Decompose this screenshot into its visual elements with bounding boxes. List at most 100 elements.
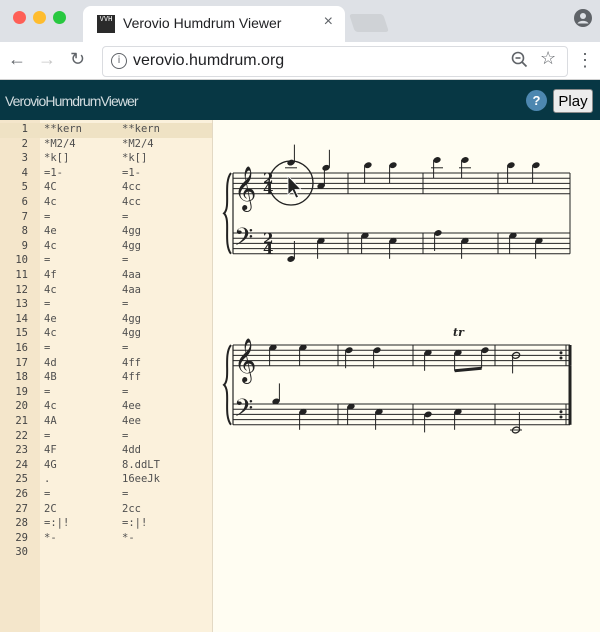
spine-2-token[interactable]: = — [122, 211, 128, 223]
spine-1-token[interactable]: = — [44, 342, 50, 354]
spine-2-token[interactable]: = — [122, 488, 128, 500]
editor-line[interactable]: 28 =:|! =:|! — [0, 517, 212, 532]
editor-line[interactable]: 7 = = — [0, 211, 212, 226]
url-text[interactable]: verovio.humdrum.org — [133, 52, 284, 70]
spine-1-token[interactable]: 4C — [44, 181, 57, 193]
reload-icon[interactable]: ↻ — [70, 49, 85, 70]
app-title[interactable]: VerovioHumdrumViewer — [5, 93, 139, 109]
spine-2-token[interactable]: 4aa — [122, 269, 141, 281]
spine-1-token[interactable]: 4f — [44, 269, 57, 281]
forward-arrow-icon[interactable]: → — [38, 49, 56, 70]
editor-line[interactable]: 27 2C 2cc — [0, 503, 212, 518]
editor-line[interactable]: 15 4c 4gg — [0, 327, 212, 342]
editor-line[interactable]: 9 4c 4gg — [0, 240, 212, 255]
spine-2-token[interactable]: 4gg — [122, 327, 141, 339]
editor-line[interactable]: 1 **kern **kern — [0, 123, 212, 138]
spine-2-token[interactable]: 4gg — [122, 225, 141, 237]
spine-1-token[interactable]: 4e — [44, 313, 57, 325]
editor-line[interactable]: 16 = = — [0, 342, 212, 357]
spine-2-token[interactable]: **kern — [122, 123, 160, 135]
minimize-window-button[interactable] — [33, 11, 46, 24]
spine-2-token[interactable]: 4ff — [122, 357, 141, 369]
editor-line[interactable]: 10 = = — [0, 254, 212, 269]
spine-1-token[interactable]: = — [44, 254, 50, 266]
spine-2-token[interactable]: = — [122, 254, 128, 266]
spine-1-token[interactable]: = — [44, 211, 50, 223]
zoom-out-icon[interactable] — [511, 50, 529, 70]
editor-line[interactable]: 14 4e 4gg — [0, 313, 212, 328]
zoom-window-button[interactable] — [53, 11, 66, 24]
spine-2-token[interactable]: = — [122, 342, 128, 354]
spine-2-token[interactable]: 4cc — [122, 181, 141, 193]
tab-close-icon[interactable]: × — [324, 13, 333, 31]
spine-1-token[interactable]: =:|! — [44, 517, 69, 529]
spine-1-token[interactable]: = — [44, 386, 50, 398]
new-tab-button[interactable] — [349, 14, 389, 32]
browser-tab[interactable]: VVH Verovio Humdrum Viewer × — [83, 6, 345, 42]
site-info-icon[interactable]: i — [111, 53, 127, 69]
editor-line[interactable]: 21 4A 4ee — [0, 415, 212, 430]
spine-2-token[interactable]: 2cc — [122, 503, 141, 515]
spine-2-token[interactable]: 4ee — [122, 415, 141, 427]
editor-line[interactable]: 24 4G 8.ddLT — [0, 459, 212, 474]
spine-2-token[interactable]: 8.ddLT — [122, 459, 160, 471]
editor-line[interactable]: 3 *k[] *k[] — [0, 152, 212, 167]
spine-1-token[interactable]: *M2/4 — [44, 138, 76, 150]
editor-line[interactable]: 29 *- *- — [0, 532, 212, 547]
spine-1-token[interactable]: = — [44, 430, 50, 442]
spine-1-token[interactable]: **kern — [44, 123, 82, 135]
address-bar[interactable]: i verovio.humdrum.org ☆ — [102, 46, 568, 77]
back-arrow-icon[interactable]: ← — [8, 49, 26, 70]
editor-line[interactable]: 30 — [0, 546, 212, 561]
spine-1-token[interactable]: =1- — [44, 167, 63, 179]
editor-line[interactable]: 6 4c 4cc — [0, 196, 212, 211]
spine-1-token[interactable]: 4c — [44, 327, 57, 339]
editor-line[interactable]: 19 = = — [0, 386, 212, 401]
close-window-button[interactable] — [13, 11, 26, 24]
editor-line[interactable]: 25. 16eeJk — [0, 473, 212, 488]
editor-line[interactable]: 11 4f 4aa — [0, 269, 212, 284]
spine-1-token[interactable]: 4c — [44, 400, 57, 412]
spine-1-token[interactable]: = — [44, 298, 50, 310]
editor-line[interactable]: 8 4e 4gg — [0, 225, 212, 240]
spine-1-token[interactable]: *- — [44, 532, 57, 544]
editor-line[interactable]: 2 *M2/4 *M2/4 — [0, 138, 212, 153]
spine-2-token[interactable]: = — [122, 386, 128, 398]
notation-view[interactable]: 𝄞 𝄢 2 4 2 4 𝄞 𝄢 tr — [213, 120, 600, 632]
spine-1-token[interactable]: 4B — [44, 371, 57, 383]
editor-line[interactable]: 23 4F 4dd — [0, 444, 212, 459]
bookmark-star-icon[interactable]: ☆ — [540, 48, 556, 69]
play-button[interactable]: Play — [553, 89, 593, 113]
spine-2-token[interactable]: *k[] — [122, 152, 147, 164]
spine-2-token[interactable]: 16eeJk — [122, 473, 160, 485]
browser-menu-icon[interactable]: ⋮ — [576, 50, 594, 71]
spine-1-token[interactable]: 4c — [44, 196, 57, 208]
spine-2-token[interactable]: = — [122, 430, 128, 442]
spine-1-token[interactable]: 4e — [44, 225, 57, 237]
spine-2-token[interactable]: 4gg — [122, 240, 141, 252]
spine-2-token[interactable]: 4dd — [122, 444, 141, 456]
spine-1-token[interactable]: 4G — [44, 459, 57, 471]
spine-2-token[interactable]: *- — [122, 532, 135, 544]
spine-2-token[interactable]: 4gg — [122, 313, 141, 325]
spine-1-token[interactable]: 4c — [44, 240, 57, 252]
spine-1-token[interactable]: . — [44, 473, 50, 485]
editor-line[interactable]: 18 4B 4ff — [0, 371, 212, 386]
spine-1-token[interactable]: 4F — [44, 444, 57, 456]
editor-line[interactable]: 12 4c 4aa — [0, 284, 212, 299]
editor-line[interactable]: 4 =1- =1- — [0, 167, 212, 182]
spine-1-token[interactable]: *k[] — [44, 152, 69, 164]
spine-2-token[interactable]: = — [122, 298, 128, 310]
profile-icon[interactable] — [574, 9, 592, 27]
editor-line[interactable]: 20 4c 4ee — [0, 400, 212, 415]
spine-2-token[interactable]: 4cc — [122, 196, 141, 208]
spine-1-token[interactable]: 4c — [44, 284, 57, 296]
help-button[interactable]: ? — [526, 90, 547, 111]
spine-2-token[interactable]: 4aa — [122, 284, 141, 296]
spine-2-token[interactable]: 4ee — [122, 400, 141, 412]
humdrum-editor[interactable]: 1 **kern **kern 2 *M2/4 *M2/4 3 *k[] *k[] 4 =1- =1-… — [0, 120, 213, 632]
spine-1-token[interactable]: 4A — [44, 415, 57, 427]
editor-line[interactable]: 22 = = — [0, 430, 212, 445]
spine-2-token[interactable]: =1- — [122, 167, 141, 179]
spine-2-token[interactable]: 4ff — [122, 371, 141, 383]
